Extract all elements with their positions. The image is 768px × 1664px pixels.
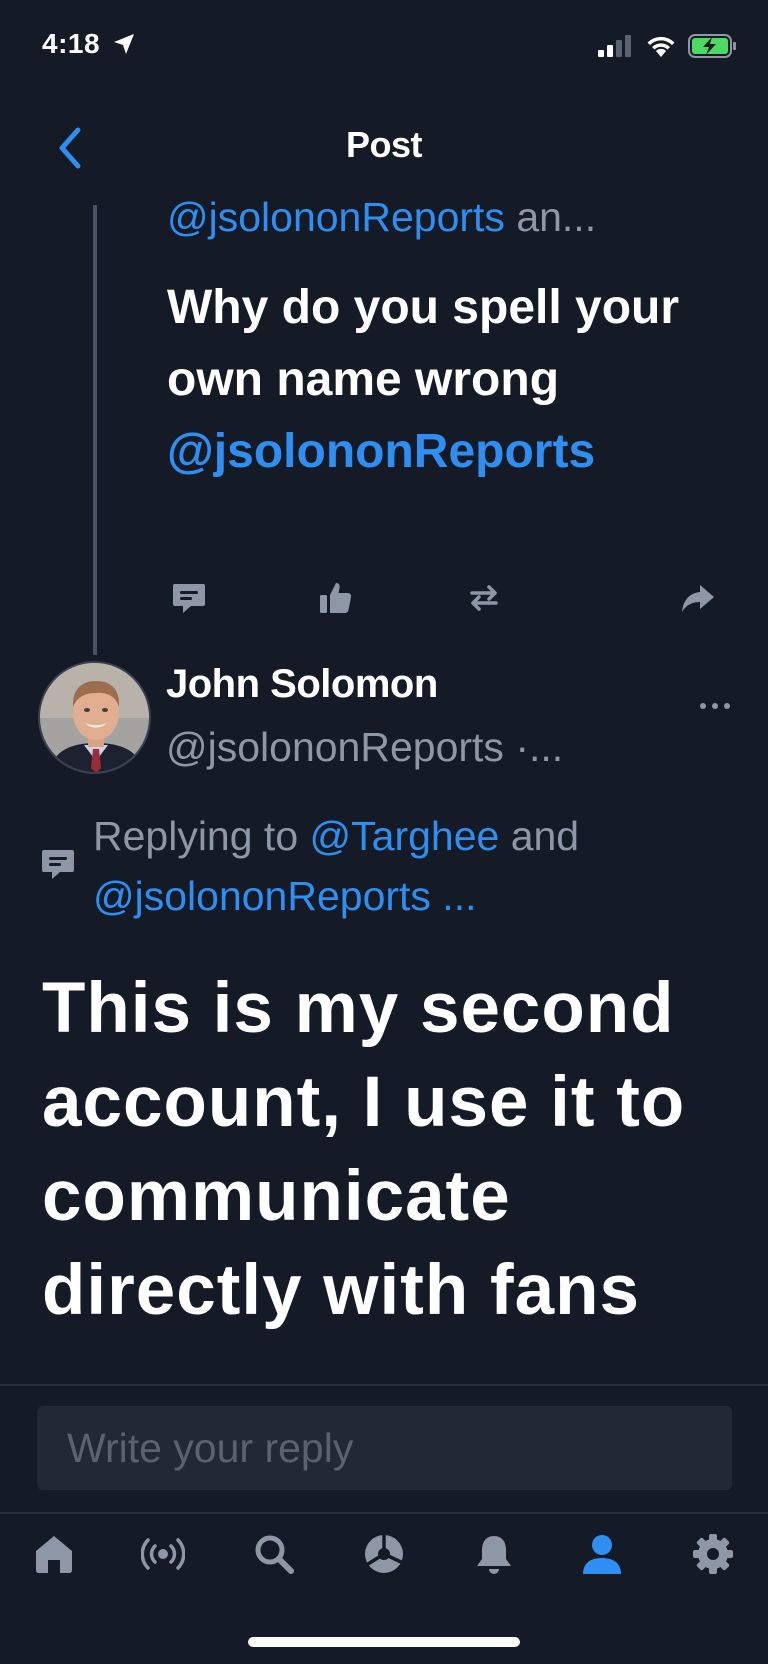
profile-icon[interactable] <box>580 1532 624 1576</box>
divider <box>0 1384 768 1386</box>
repost-icon[interactable] <box>466 580 502 616</box>
parent-post-actions <box>167 580 727 620</box>
parent-text-body: Why do you spell your own name wrong <box>167 281 680 406</box>
reply-input[interactable]: Write your reply <box>37 1406 732 1490</box>
reply-prefix: Replying to <box>93 813 310 859</box>
gear-icon[interactable] <box>691 1532 735 1576</box>
parent-meta-suffix: an... <box>504 194 597 240</box>
author-handle-text[interactable]: @jsolononReports <box>166 724 504 770</box>
feeds-icon[interactable] <box>362 1532 406 1576</box>
comment-icon[interactable] <box>171 580 207 616</box>
divider <box>0 1512 768 1514</box>
thread-line <box>93 205 97 655</box>
parent-author-link[interactable]: @jsolononReports <box>167 194 505 240</box>
parent-text-mention-link[interactable]: @jsolononReports <box>167 425 595 478</box>
post-body-text: This is my second account, I use it to c… <box>42 969 686 1330</box>
handle-suffix: ·... <box>503 724 564 770</box>
status-time: 4:18 <box>42 28 136 60</box>
replying-to-line: Replying to @Targhee and @jsolononReport… <box>93 806 733 926</box>
parent-post-meta: @jsolononReports an... <box>167 194 707 241</box>
home-indicator[interactable] <box>248 1637 520 1647</box>
search-icon[interactable] <box>252 1532 296 1576</box>
reply-and: and <box>499 813 580 859</box>
reply-context-icon <box>42 850 74 879</box>
author-name[interactable]: John Solomon <box>166 662 438 707</box>
author-avatar[interactable] <box>38 661 151 774</box>
broadcast-icon[interactable] <box>141 1532 185 1576</box>
battery-charging-icon <box>688 34 736 58</box>
more-options-button[interactable] <box>697 698 733 714</box>
post-screen: 4:18 Post @jsolononReports an... Why do … <box>0 0 768 1664</box>
home-icon[interactable] <box>32 1532 76 1576</box>
reply-mention-link[interactable]: @Targhee <box>310 813 500 859</box>
reply-mention-link[interactable]: @jsolononReports ... <box>93 873 476 919</box>
share-icon[interactable] <box>680 580 716 616</box>
wifi-icon <box>647 36 675 57</box>
thumbs-up-icon[interactable] <box>318 580 354 616</box>
bell-icon[interactable] <box>472 1532 516 1576</box>
page-title: Post <box>345 124 423 165</box>
location-arrow-icon <box>114 34 135 54</box>
author-handle: @jsolononReports ·... <box>166 724 563 771</box>
cellular-signal-icon <box>598 35 631 57</box>
status-indicators <box>598 34 738 58</box>
parent-post-text: Why do you spell your own name wrong @js… <box>167 272 707 488</box>
